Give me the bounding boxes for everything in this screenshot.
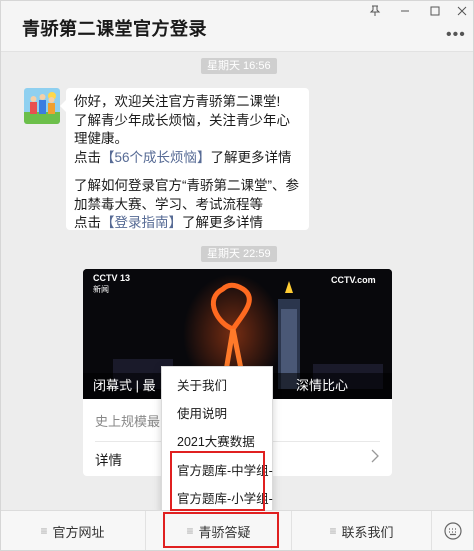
message-text: 点击: [74, 149, 101, 165]
close-icon[interactable]: [451, 2, 473, 20]
more-dots-icon[interactable]: •••: [446, 26, 466, 44]
message-text: 了解更多详情: [182, 215, 263, 230]
article-title-left: 闭幕式 | 最: [93, 378, 156, 393]
growth-troubles-link[interactable]: 【56个成长烦恼】: [101, 150, 211, 165]
message-line: 点击【56个成长烦恼】了解更多详情: [74, 149, 301, 168]
message-line: 你好，欢迎关注官方青骄第二课堂!: [74, 94, 281, 109]
tab-label: 联系我们: [341, 524, 394, 540]
message-line: 点击【登录指南】了解更多详情: [74, 214, 301, 233]
menu-item-primary-school-bank[interactable]: 官方题库-小学组-: [177, 488, 273, 507]
bottom-menu-bar: ≡ 官方网址 ≡ 青骄答疑 ≡ 联系我们: [0, 510, 474, 551]
menu-lines-icon: ≡: [329, 524, 337, 538]
channel-logo-left: CCTV 13: [93, 273, 131, 283]
menu-item-about-us[interactable]: 关于我们: [177, 375, 227, 394]
message-text: 了解更多详情: [210, 149, 292, 165]
channel-logo-left-sub: 新闻: [93, 285, 109, 294]
chat-title: 青骄第二课堂官方登录: [22, 19, 207, 39]
channel-logo-right: CCTV.com: [331, 275, 376, 285]
article-title-right: 深情比心: [296, 378, 349, 393]
menu-item-middle-school-bank[interactable]: 官方题库-中学组-: [177, 460, 273, 479]
tab-label: 青骄答疑: [198, 524, 251, 540]
tab-contact-us[interactable]: ≡ 联系我们: [292, 511, 432, 551]
pin-icon[interactable]: [364, 2, 386, 20]
menu-item-2021-data[interactable]: 2021大赛数据: [177, 431, 255, 450]
chevron-right-icon: [371, 449, 379, 466]
maximize-icon[interactable]: [424, 2, 446, 20]
login-guide-link[interactable]: 【登录指南】: [101, 215, 182, 230]
message-line: 了解如何登录官方“青骄第二课堂”、参加禁毒大赛、学习、考试流程等: [74, 178, 299, 212]
tab-label: 官方网址: [52, 524, 105, 540]
message-text: 点击: [74, 215, 101, 230]
article-summary: 史上规模最: [95, 414, 161, 429]
menu-lines-icon: ≡: [40, 524, 48, 538]
menu-lines-icon: ≡: [186, 524, 194, 538]
welcome-message-bubble: 你好，欢迎关注官方青骄第二课堂! 了解青少年成长烦恼，关注青少年心理健康。 点击…: [60, 88, 309, 233]
tab-official-website[interactable]: ≡ 官方网址: [0, 511, 146, 551]
message-line: 了解青少年成长烦恼，关注青少年心理健康。: [74, 112, 290, 147]
minimize-icon[interactable]: [394, 2, 416, 20]
timestamp: 星期天 16:56: [201, 58, 277, 74]
keyboard-toggle-icon[interactable]: [432, 511, 474, 551]
title-bar: 青骄第二课堂官方登录 •••: [0, 0, 474, 52]
tab-qa[interactable]: ≡ 青骄答疑: [146, 511, 292, 551]
menu-item-instructions[interactable]: 使用说明: [177, 403, 227, 422]
article-detail-link[interactable]: 详情: [95, 449, 122, 469]
avatar[interactable]: [24, 88, 60, 124]
timestamp: 星期天 22:59: [201, 246, 277, 262]
popup-menu: 关于我们 使用说明 2021大赛数据 官方题库-中学组- 官方题库-小学组-: [161, 366, 273, 514]
